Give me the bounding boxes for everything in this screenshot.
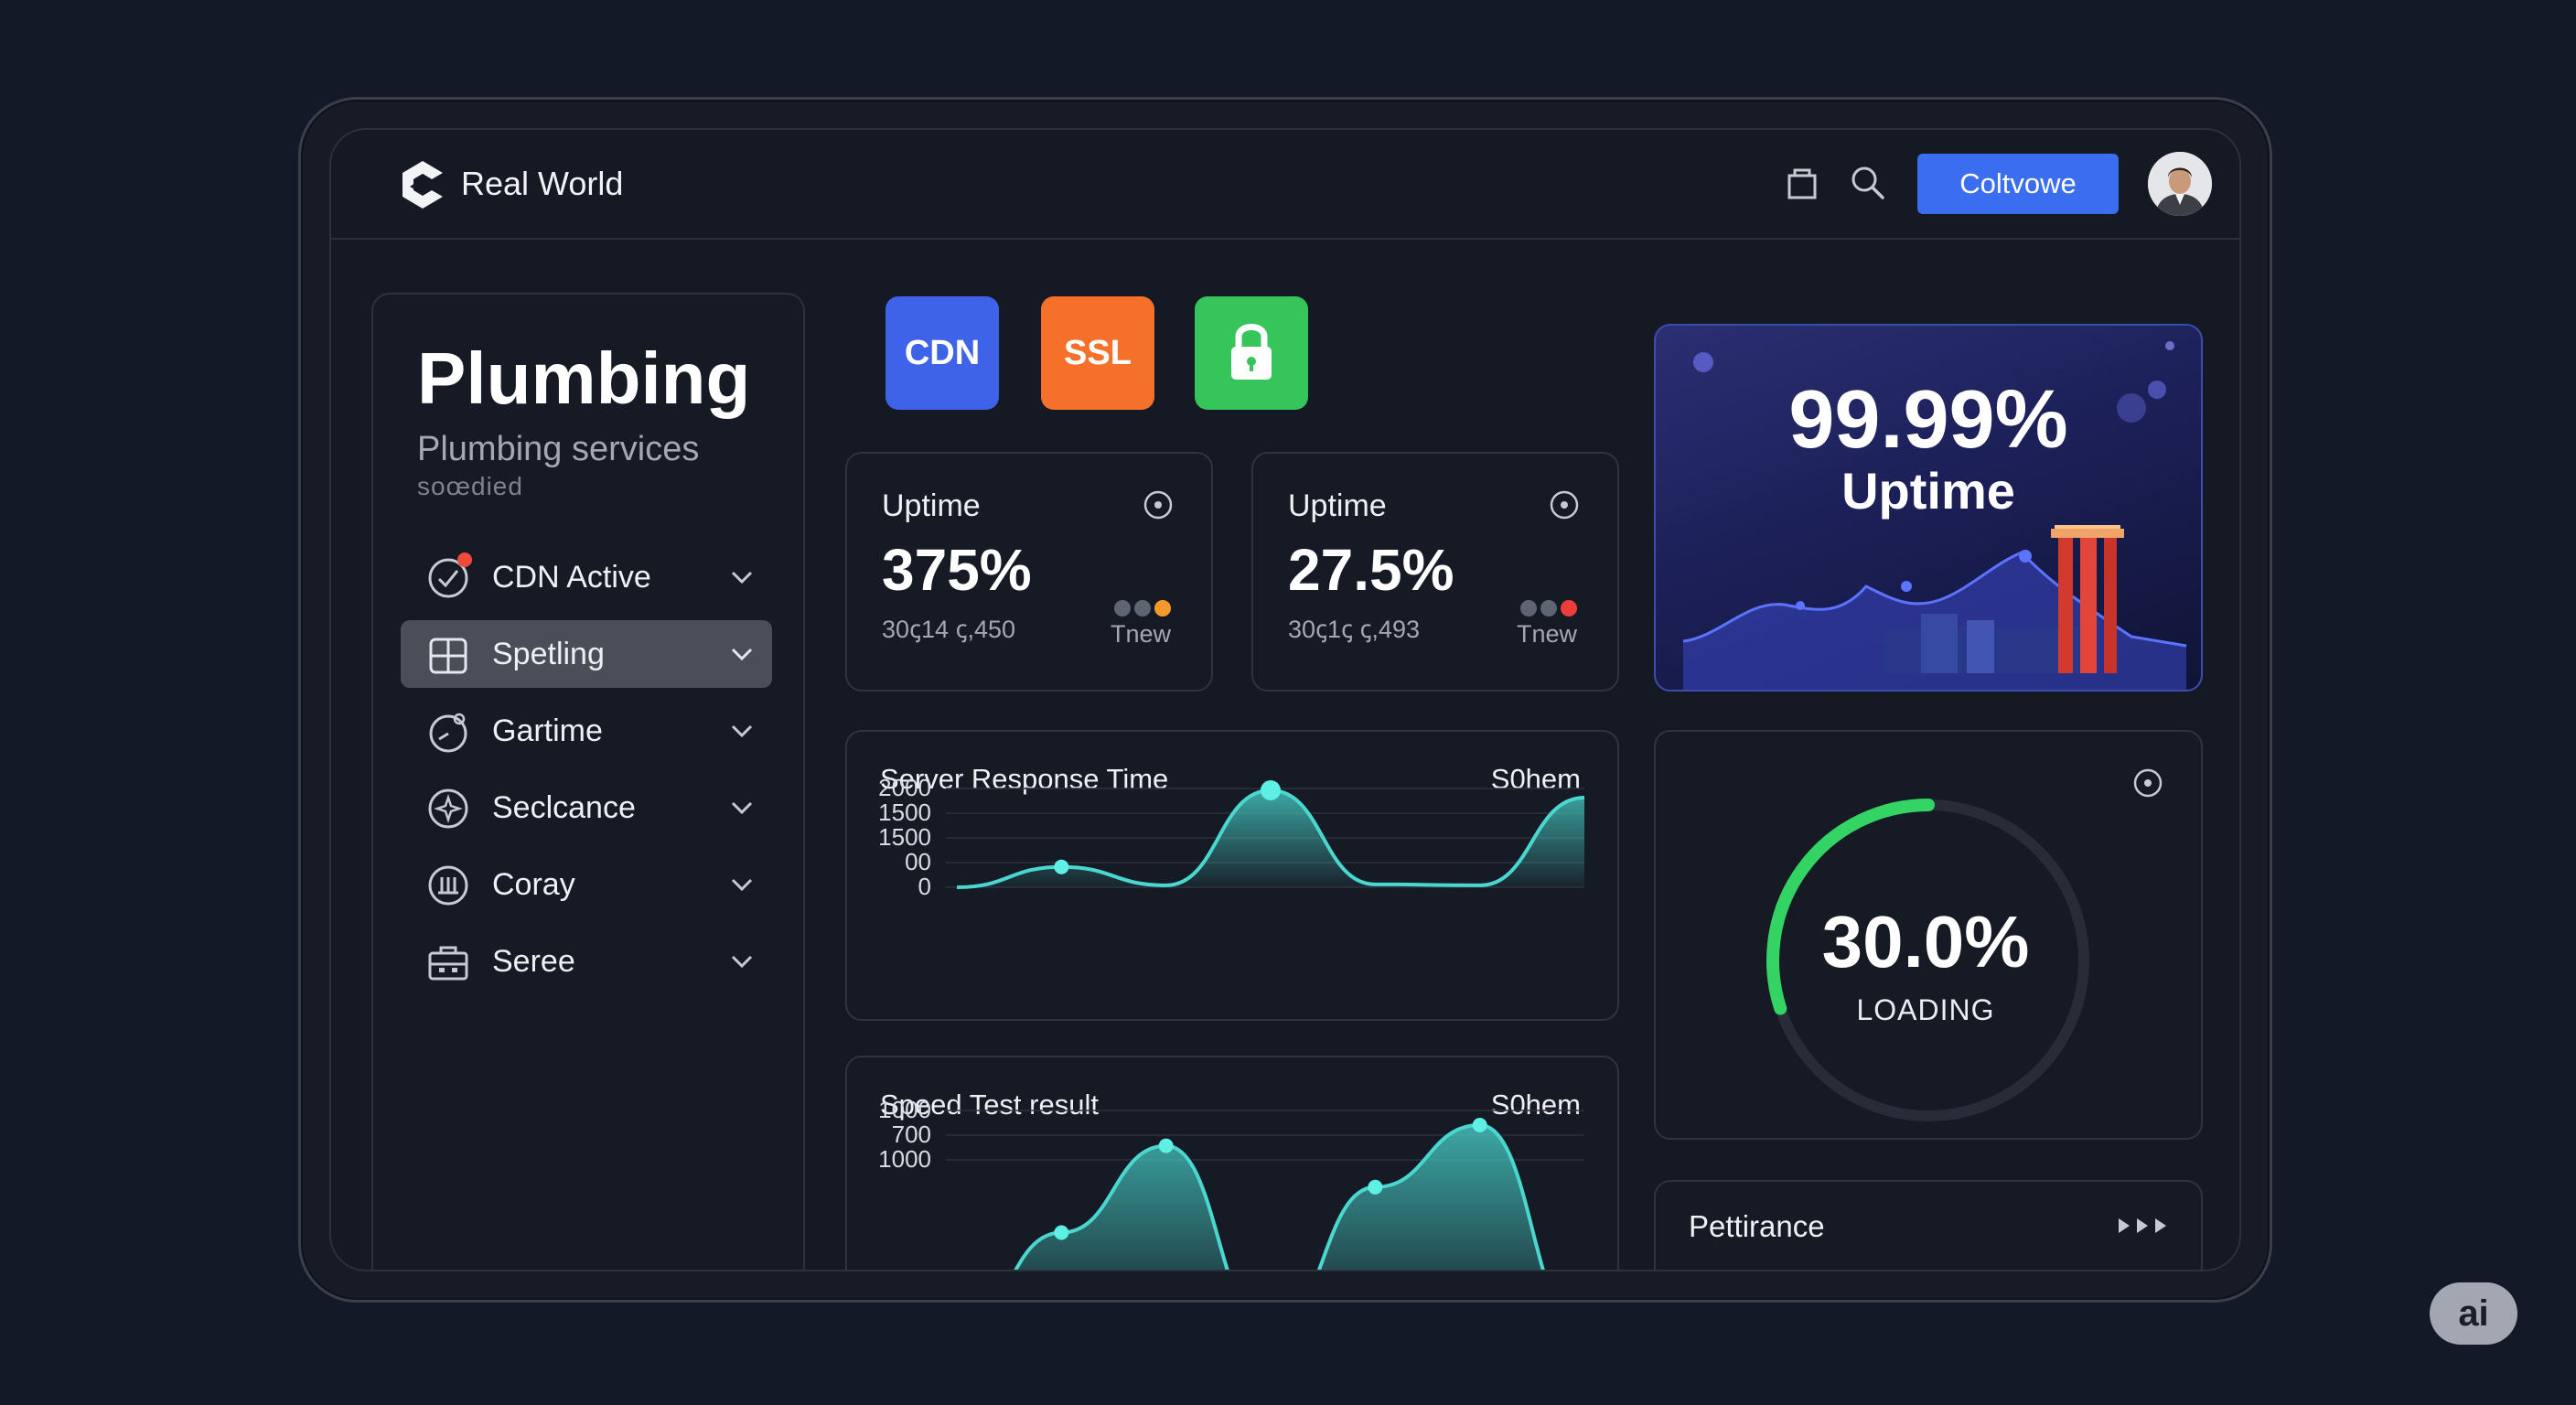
data-point[interactable] [1368,1179,1383,1195]
stat-tag: Tnew [1516,620,1577,648]
brand-name[interactable]: Real World [461,165,623,203]
status-dot [1540,600,1557,617]
user-avatar[interactable] [2148,152,2212,216]
chevron-down-icon[interactable] [728,642,756,666]
sidebar-item-label: Gartime [492,713,603,748]
sidebar-item-seclcance[interactable]: Seclcance [401,774,772,842]
y-tick-label: 1500 [878,799,931,826]
y-tick-label: 1000 [878,1096,931,1123]
top-bar: Real World Coltvowe [331,130,2239,240]
area-fill [1015,1125,1543,1270]
status-dot [1114,600,1131,617]
real-world-logo-icon[interactable] [397,157,448,212]
settings-dot-icon[interactable] [2131,767,2164,799]
data-point[interactable] [1158,1138,1174,1153]
triple-arrow-icon[interactable] [2117,1215,2170,1237]
app-window: Real World Coltvowe Plumbing Plumbing se… [329,128,2241,1271]
sidebar-item-label: CDN Active [492,560,651,595]
search-icon[interactable] [1848,163,1888,203]
stat-subvalue: 30ꞔ14 ꞔ,450 [882,616,1016,643]
sidebar-item-label: Seree [492,944,575,979]
performance-label: Pettirance [1689,1209,1825,1243]
uptime-percentage: 99.99% [1788,374,2068,466]
primary-action-button[interactable]: Coltvowe [1917,154,2119,214]
stat-title: Uptime [882,488,981,523]
sidebar-item-spetling[interactable]: Spetling [401,620,772,688]
compass-icon [428,788,468,829]
lock-icon [1231,324,1272,380]
stat-value: 375% [882,537,1032,603]
y-tick-label: 2000 [878,774,931,801]
data-point[interactable] [1054,859,1069,874]
y-tick-label: 0 [918,873,931,900]
server-response-chart: Server Response Time S0hem 2000 1500 1500 0… [845,730,1619,1021]
stat-tag: Tnew [1110,620,1171,648]
chevron-down-icon[interactable] [728,719,756,743]
stat-subvalue: 30ꞔ1ꞔ ꞔ,493 [1288,616,1420,643]
sidebar-item-gartime[interactable]: Gartime [401,697,772,765]
y-tick-label: 700 [892,1121,931,1148]
settings-dot-icon[interactable] [1142,488,1175,521]
cdn-tile[interactable]: CDN [886,296,999,410]
data-point[interactable] [1054,1225,1069,1240]
ai-badge[interactable]: ai [2430,1282,2517,1345]
grid-box-icon [429,638,467,674]
bars-circle-icon [428,865,468,906]
shopping-bag-icon[interactable] [1782,163,1822,203]
uptime-card-1: Uptime 375% 30ꞔ14 ꞔ,450 Tnew [845,452,1213,692]
stat-value: 27.5% [1288,537,1454,603]
briefcase-icon [428,946,468,981]
status-dots [1114,600,1171,617]
area-plot: 10007001000 [878,1096,1584,1270]
chevron-down-icon[interactable] [728,873,756,896]
sidebar-item-label: Spetling [492,637,605,671]
ssl-tile[interactable]: SSL [1041,296,1154,410]
data-point[interactable] [1472,1118,1487,1132]
sidebar-item-label: Coray [492,867,575,902]
y-tick-label: 00 [905,848,931,875]
status-dots [1520,600,1577,617]
status-dot [1134,600,1151,617]
sidebar-item-seree[interactable]: Seree [401,928,772,995]
chevron-down-icon[interactable] [728,949,756,973]
sidebar-title: Plumbing [417,338,751,419]
sidebar-item-label: Seclcance [492,790,636,825]
performance-row[interactable]: Pettirance [1654,1180,2203,1270]
sidebar-item-cdn-active[interactable]: CDN Active [401,543,772,611]
speed-test-chart: Speed Test result S0hem 1000 700 1000 [845,1056,1619,1270]
stat-title: Uptime [1288,488,1387,523]
area-fill [957,790,1584,887]
settings-dot-icon[interactable] [1548,488,1581,521]
sidebar-caption: soœdied [417,472,523,500]
uptime-label: Uptime [1841,462,2015,520]
notification-dot [457,552,472,567]
sidebar: Plumbing Plumbing services soœdied CDN A… [371,293,805,1270]
y-tick-label: 1500 [878,823,931,851]
sidebar-subtitle: Plumbing services [417,430,700,468]
chevron-down-icon[interactable] [728,796,756,820]
uptime-card-2: Uptime 27.5% 30ꞔ1ꞔ ꞔ,493 Tnew [1251,452,1619,692]
uptime-hero-card: 99.99% Uptime [1654,324,2203,692]
chevron-down-icon[interactable] [728,565,756,589]
loading-gauge-card: 30.0% LOADING [1654,730,2203,1140]
y-tick-label: 1000 [878,1145,931,1173]
data-point[interactable] [1261,780,1281,800]
status-dot [1561,600,1577,617]
sidebar-nav: CDN Active Spetling Gartime Seclcance Co… [401,543,772,1004]
area-plot: 200015001500000 [878,774,1585,900]
status-dot [1154,600,1171,617]
gauge-icon [429,713,467,753]
lock-tile[interactable] [1195,296,1308,410]
gauge-label: LOADING [1856,993,1995,1026]
status-dot [1520,600,1537,617]
sidebar-item-coray[interactable]: Coray [401,851,772,918]
gauge-value: 30.0% [1821,901,2030,982]
